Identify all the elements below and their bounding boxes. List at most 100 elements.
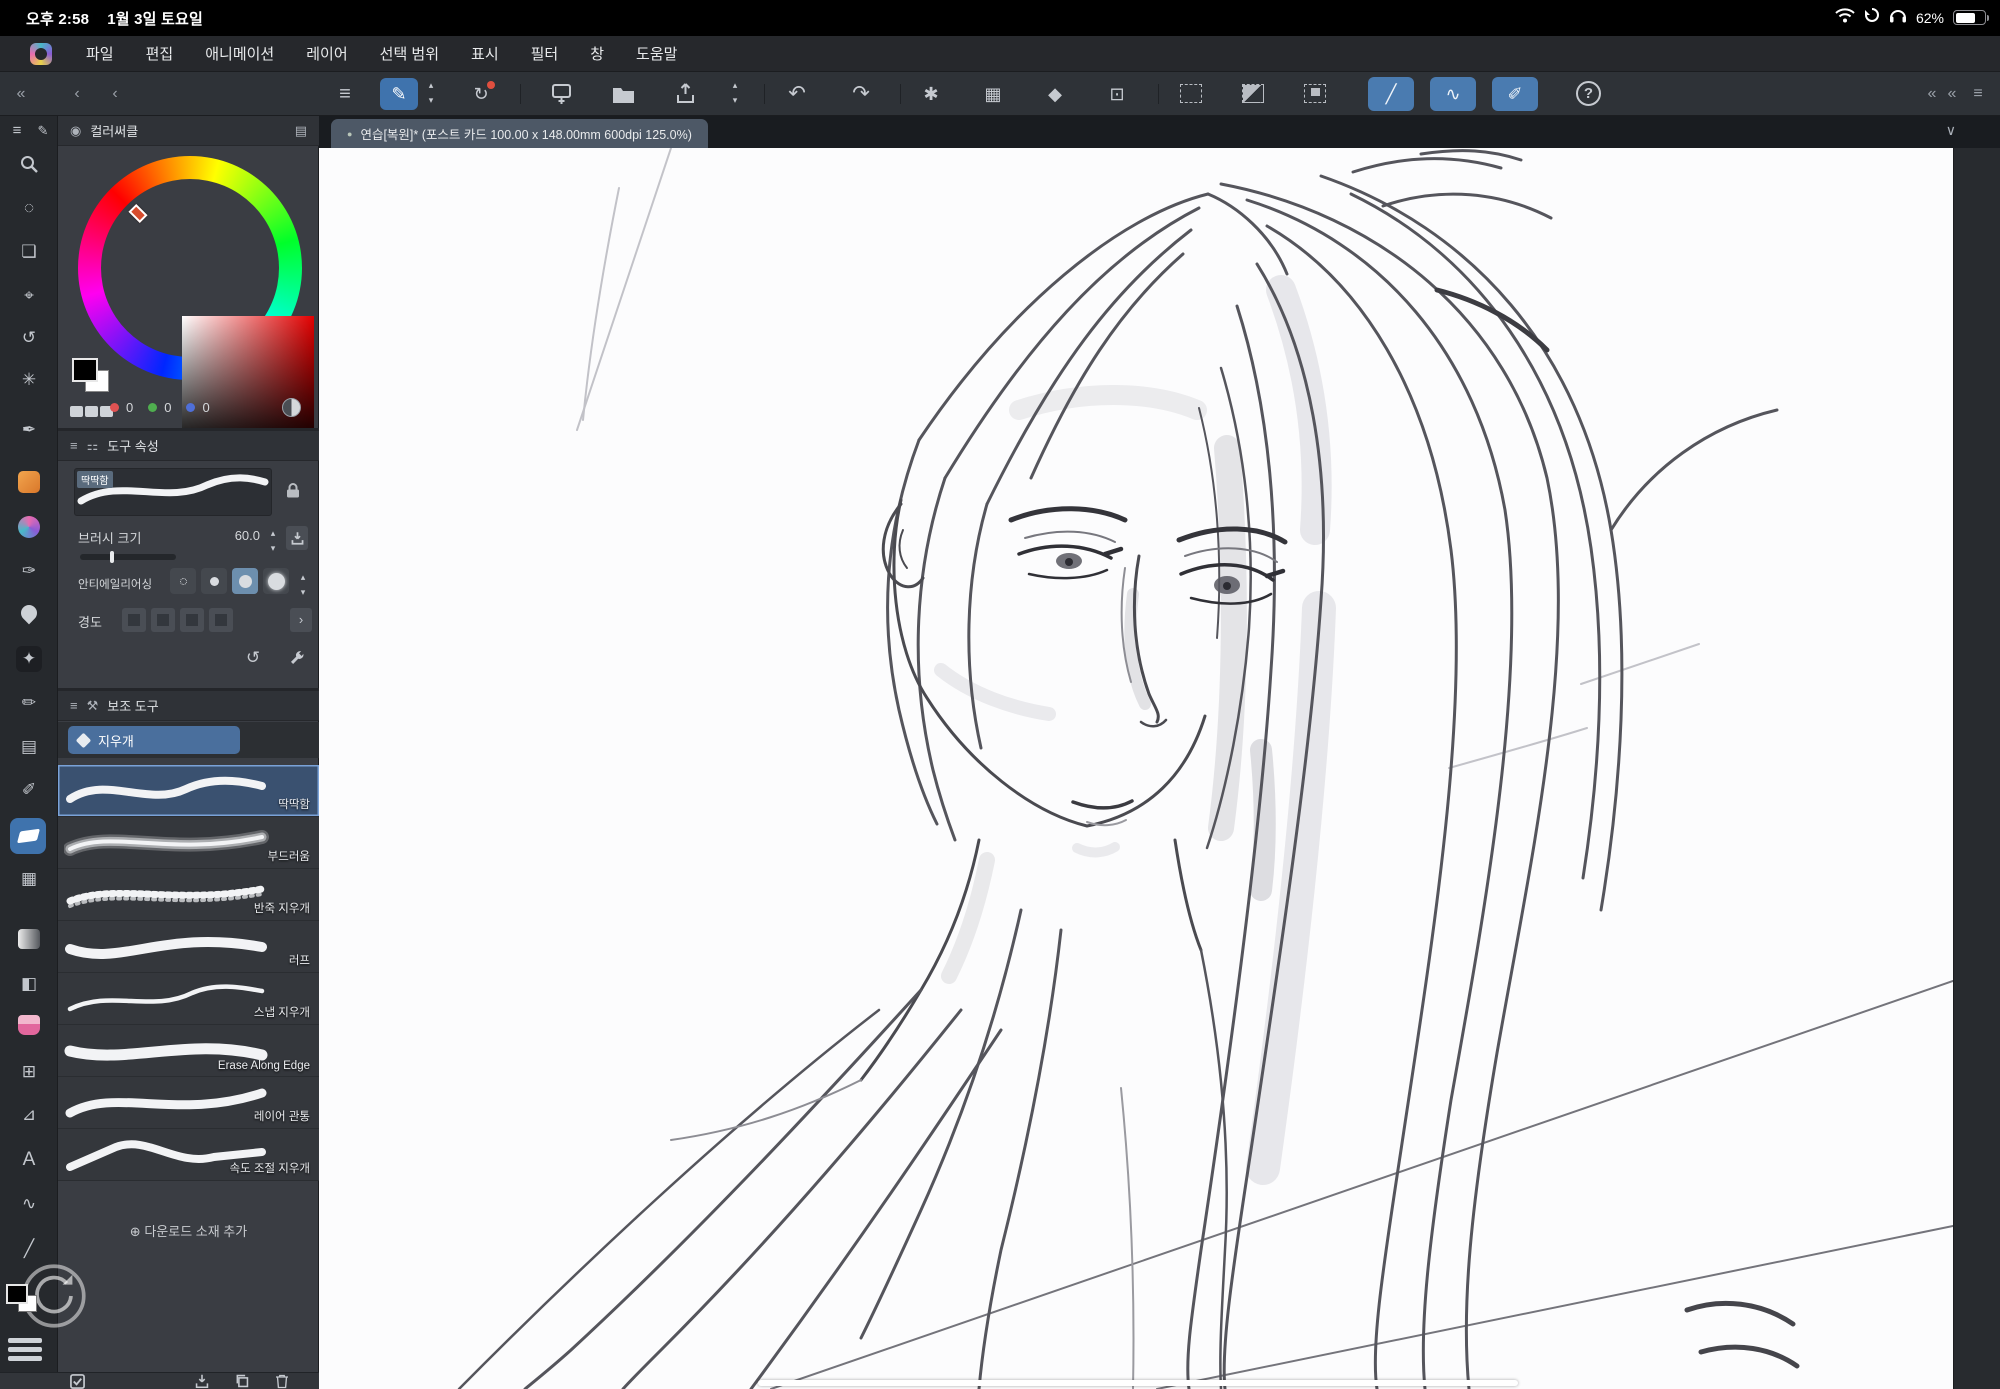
stepper-up-icon[interactable]: ▴ xyxy=(271,526,276,541)
gradient-tool[interactable] xyxy=(16,926,42,952)
menu-help[interactable]: 도움말 xyxy=(636,43,677,64)
selection-tool[interactable]: ❏ xyxy=(16,239,42,265)
rotate-canvas-tool[interactable]: ↺ xyxy=(16,325,42,351)
main-sub-color-swatches[interactable] xyxy=(72,358,112,398)
palette-pen-icon[interactable]: ✎ xyxy=(30,118,56,144)
antialias-none-option[interactable] xyxy=(170,568,196,594)
pen-tool[interactable]: ✒ xyxy=(16,417,42,443)
collapse-panel-icon[interactable]: ‹ xyxy=(62,80,92,108)
export-icon[interactable] xyxy=(670,80,700,108)
list-item[interactable]: Erase Along Edge xyxy=(58,1025,319,1077)
undo-icon[interactable]: ↶ xyxy=(782,80,812,108)
stepper-down-icon[interactable]: ▾ xyxy=(733,93,738,108)
list-item[interactable]: 반죽 지우개 xyxy=(58,869,319,921)
blend-tool[interactable] xyxy=(16,601,42,627)
hardness-option-1[interactable] xyxy=(122,608,146,632)
brush-size-stepper[interactable]: ▴ ▾ xyxy=(266,526,280,556)
crop-icon[interactable]: ⊡ xyxy=(1102,80,1132,108)
snap-vector-icon[interactable]: ✐ xyxy=(1492,77,1538,111)
dock-menu-icon[interactable]: ≡ xyxy=(1968,80,1988,108)
menu-window[interactable]: 창 xyxy=(590,43,604,64)
checkbox-icon[interactable] xyxy=(70,1373,85,1389)
trash-icon[interactable] xyxy=(275,1374,289,1389)
list-item[interactable]: 러프 xyxy=(58,921,319,973)
open-folder-icon[interactable] xyxy=(608,80,638,108)
menu-filter[interactable]: 필터 xyxy=(531,43,559,64)
restore-defaults-icon[interactable]: ↺ xyxy=(246,648,260,668)
tool-stepper[interactable]: ▴ ▾ xyxy=(424,78,438,108)
stepper-down-icon[interactable]: ▾ xyxy=(301,585,306,600)
text-tool[interactable]: A xyxy=(16,1147,42,1173)
duplicate-icon[interactable] xyxy=(235,1374,249,1388)
color-history-strip[interactable] xyxy=(70,406,113,417)
clip-studio-logo-icon[interactable] xyxy=(30,42,52,65)
menu-edit[interactable]: 편집 xyxy=(146,43,174,64)
menu-view[interactable]: 표시 xyxy=(471,43,499,64)
zoom-tool[interactable] xyxy=(16,151,42,177)
cake-decoration-tool[interactable] xyxy=(16,1012,42,1038)
sync-materials-icon[interactable]: ↻ xyxy=(466,80,496,108)
move-tool[interactable]: ⌖ xyxy=(16,283,42,309)
antialias-middle-option[interactable] xyxy=(232,568,258,594)
snap-ruler-icon[interactable]: ╱ xyxy=(1368,77,1414,111)
liquify-icon[interactable]: ◆ xyxy=(1040,80,1070,108)
select-rectangle-icon[interactable] xyxy=(1180,84,1202,103)
download-icon[interactable] xyxy=(195,1374,209,1388)
menu-animation[interactable]: 애니메이션 xyxy=(205,43,274,64)
stepper-up-icon[interactable]: ▴ xyxy=(429,78,434,93)
auto-select-tool[interactable]: ✳ xyxy=(16,367,42,393)
fill-tool[interactable]: ◧ xyxy=(16,971,42,997)
stepper-up-icon[interactable]: ▴ xyxy=(733,78,738,93)
canvas-artwork[interactable] xyxy=(319,147,1954,1389)
dock-collapse-icon[interactable]: « xyxy=(1924,80,1940,108)
brush-size-slider[interactable] xyxy=(80,551,176,563)
palette-menu-icon[interactable]: ≡ xyxy=(4,118,30,144)
tone-tool[interactable]: ▦ xyxy=(16,866,42,892)
select-inverse-icon[interactable] xyxy=(1304,84,1326,103)
list-item[interactable]: 딱딱함 xyxy=(58,765,319,817)
hardness-option-3[interactable] xyxy=(180,608,204,632)
document-tab[interactable]: ● 연습[복원]* (포스트 카드 100.00 x 148.00mm 600d… xyxy=(331,119,708,148)
eraser-tool[interactable] xyxy=(10,818,46,854)
snap-special-ruler-icon[interactable]: ∿ xyxy=(1430,77,1476,111)
stepper-up-icon[interactable]: ▴ xyxy=(301,570,306,585)
collapse-left-icon[interactable]: « xyxy=(6,80,36,108)
canvas-area[interactable]: ∧ ∧ xyxy=(319,147,1954,1389)
panel-handle-icon[interactable]: ≡ xyxy=(70,698,78,713)
pencil-tool[interactable]: ✏ xyxy=(16,690,42,716)
decoration-tool[interactable] xyxy=(16,514,42,540)
list-item[interactable]: 속도 조절 지우개 xyxy=(58,1129,319,1181)
tab-list-chevron-icon[interactable]: ∨ xyxy=(1946,122,1956,139)
brush-preview[interactable]: 딱딱함 xyxy=(74,468,272,516)
sub-tool-group-chip[interactable]: 지우개 xyxy=(68,726,240,754)
main-menu-icon[interactable]: ≡ xyxy=(330,80,360,108)
dock-collapse2-icon[interactable]: « xyxy=(1944,80,1960,108)
mesh-transform-icon[interactable]: ▦ xyxy=(978,80,1008,108)
wrench-icon[interactable] xyxy=(288,650,305,672)
frame-border-tool[interactable]: ⊞ xyxy=(16,1059,42,1085)
spray-icon[interactable]: ✱ xyxy=(916,80,946,108)
panel-handle-icon[interactable]: ≡ xyxy=(70,438,78,453)
antialias-stepper[interactable]: ▴ ▾ xyxy=(296,570,310,600)
lasso-tool[interactable]: ◌ xyxy=(16,195,42,221)
select-filled-icon[interactable] xyxy=(1242,84,1264,103)
stepper-down-icon[interactable]: ▾ xyxy=(271,541,276,556)
home-indicator[interactable] xyxy=(758,1380,1518,1386)
menu-layer[interactable]: 레이어 xyxy=(306,43,347,64)
size-source-button[interactable] xyxy=(286,526,308,550)
add-material-button[interactable]: ⊕ 다운로드 소재 추가 xyxy=(58,1221,319,1240)
antialias-weak-option[interactable] xyxy=(201,568,227,594)
list-item[interactable]: 부드러움 xyxy=(58,817,319,869)
menu-selection[interactable]: 선택 범위 xyxy=(380,43,439,64)
help-icon[interactable]: ? xyxy=(1576,81,1601,106)
compact-brush-sizes[interactable] xyxy=(8,1338,42,1361)
panel-options-icon[interactable]: ▤ xyxy=(295,123,307,139)
brush-tool[interactable]: ╱ xyxy=(16,1236,42,1262)
antialias-strong-option[interactable] xyxy=(263,568,289,594)
pattern-tool[interactable]: ▤ xyxy=(16,734,42,760)
main-color-swatch[interactable] xyxy=(6,1284,28,1304)
calligraphy-tool[interactable]: ✐ xyxy=(16,777,42,803)
marker-tool[interactable]: ✑ xyxy=(16,558,42,584)
menu-file[interactable]: 파일 xyxy=(86,43,114,64)
lock-icon[interactable] xyxy=(286,482,300,504)
